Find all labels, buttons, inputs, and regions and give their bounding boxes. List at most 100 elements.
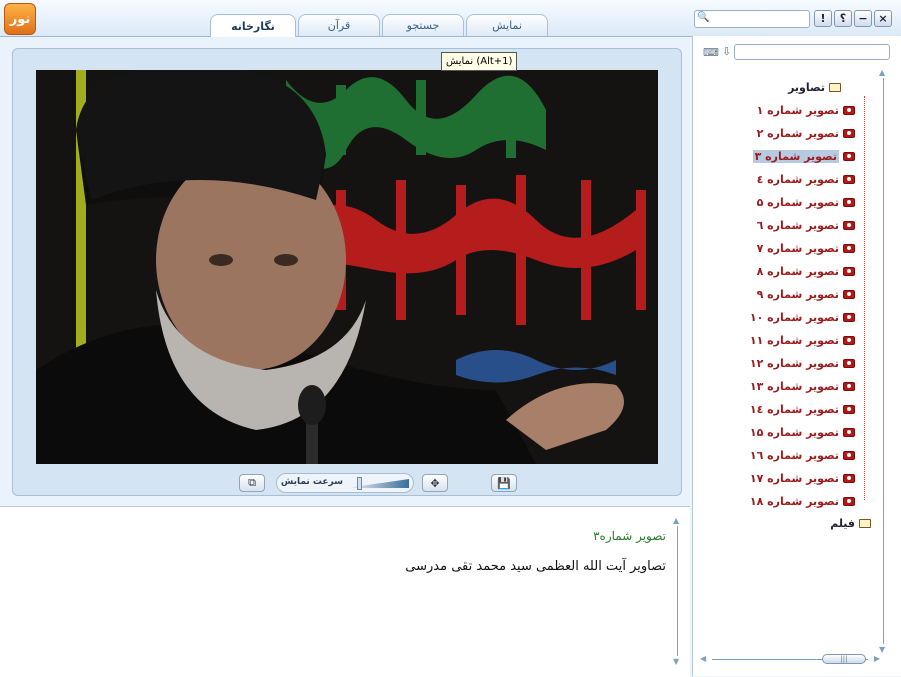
top-search-input[interactable] bbox=[711, 11, 805, 25]
tree-item-label: تصویر شماره ۱٤ bbox=[749, 402, 839, 416]
tree-item-label: تصویر شماره ۷ bbox=[756, 241, 839, 255]
tree-item-label: تصویر شماره ۲ bbox=[756, 126, 839, 140]
save-button[interactable]: 💾 bbox=[491, 474, 517, 492]
minimize-button[interactable]: − bbox=[854, 10, 872, 27]
photo-illustration bbox=[36, 70, 658, 464]
tree-item[interactable]: تصویر شماره ۳ bbox=[752, 147, 855, 165]
scroll-up-icon[interactable]: ▲ bbox=[673, 516, 679, 525]
camera-icon bbox=[843, 289, 855, 299]
tree-item-label: تصویر شماره ۱٦ bbox=[749, 448, 839, 462]
tree-item[interactable]: تصویر شماره ٦ bbox=[757, 216, 855, 234]
tree-item-label: تصویر شماره ۱۸ bbox=[749, 494, 839, 508]
speed-track bbox=[347, 479, 409, 488]
description-title: تصویر شماره۳ bbox=[593, 529, 666, 543]
tree-item[interactable]: تصویر شماره ۱۲ bbox=[750, 354, 855, 372]
copy-button[interactable]: ⧉ bbox=[239, 474, 265, 492]
tree-item-label: تصویر شماره ۸ bbox=[756, 264, 839, 278]
tab-quran[interactable]: قرآن bbox=[298, 14, 380, 36]
tree-folder-images[interactable]: تصاویر bbox=[788, 78, 841, 96]
tree-item[interactable]: تصویر شماره ۸ bbox=[757, 262, 855, 280]
description-body: تصاویر آیت الله العظمی سید محمد تقی مدرس… bbox=[405, 559, 666, 574]
scroll-right-icon[interactable]: ▶ bbox=[874, 654, 880, 663]
camera-icon bbox=[843, 358, 855, 368]
tree-folder-films[interactable]: فیلم bbox=[830, 514, 871, 532]
scroll-thumb[interactable]: ||| bbox=[822, 654, 866, 664]
keyboard-icon[interactable]: ⌨ bbox=[703, 46, 719, 59]
camera-icon bbox=[843, 381, 855, 391]
tree-item[interactable]: تصویر شماره ۲ bbox=[757, 124, 855, 142]
top-search-box[interactable]: 🔍 bbox=[694, 10, 810, 28]
save-icon: 💾 bbox=[497, 476, 511, 490]
tree-item[interactable]: تصویر شماره ۱٦ bbox=[750, 446, 855, 464]
tree-item[interactable]: تصویر شماره ۷ bbox=[757, 239, 855, 257]
tab-gallery[interactable]: نگارخانه bbox=[210, 14, 296, 37]
move-icon: ✥ bbox=[430, 476, 440, 490]
camera-icon bbox=[843, 128, 855, 138]
camera-icon bbox=[843, 404, 855, 414]
folder-icon bbox=[859, 518, 871, 528]
camera-icon bbox=[843, 174, 855, 184]
tree-item[interactable]: تصویر شماره ۱۸ bbox=[750, 492, 855, 510]
search-icon: 🔍 bbox=[697, 12, 710, 23]
tooltip: نمایش (Alt+1) bbox=[441, 52, 518, 71]
description-scrollbar[interactable]: ▲ ▼ bbox=[673, 516, 683, 666]
camera-icon bbox=[843, 312, 855, 322]
tree-item-label: تصویر شماره ٤ bbox=[756, 172, 839, 186]
tree-item[interactable]: تصویر شماره ۱۰ bbox=[750, 308, 855, 326]
tree-item-label: تصویر شماره ٦ bbox=[756, 218, 839, 232]
camera-icon bbox=[843, 151, 855, 161]
tree-item[interactable]: تصویر شماره ۱۱ bbox=[750, 331, 855, 349]
tree-item-label: تصویر شماره ۱۷ bbox=[749, 471, 839, 485]
speed-thumb[interactable] bbox=[357, 477, 363, 490]
help-button[interactable]: ؟ bbox=[834, 10, 852, 27]
scroll-up-icon[interactable]: ▲ bbox=[879, 68, 885, 77]
tree-item[interactable]: تصویر شماره ٤ bbox=[757, 170, 855, 188]
speed-slider[interactable]: سرعت نمایش bbox=[276, 473, 414, 493]
tree-item-label: تصویر شماره ۱ bbox=[756, 103, 839, 117]
description-pane: تصویر شماره۳ تصاویر آیت الله العظمی سید … bbox=[0, 506, 690, 677]
scroll-left-icon[interactable]: ◀ bbox=[700, 654, 706, 663]
camera-icon bbox=[843, 473, 855, 483]
tree-item-label: تصویر شماره ۱۲ bbox=[749, 356, 839, 370]
copy-icon: ⧉ bbox=[248, 476, 256, 489]
camera-icon bbox=[843, 450, 855, 460]
camera-icon bbox=[843, 335, 855, 345]
camera-icon bbox=[843, 220, 855, 230]
camera-icon bbox=[843, 105, 855, 115]
app-logo[interactable]: نور bbox=[4, 3, 36, 35]
tab-display[interactable]: نمایش bbox=[466, 14, 548, 36]
tree-item[interactable]: تصویر شماره ۱۷ bbox=[750, 469, 855, 487]
tree-item[interactable]: تصویر شماره ۱۵ bbox=[750, 423, 855, 441]
camera-icon bbox=[843, 266, 855, 276]
gallery-photo bbox=[36, 70, 658, 464]
speed-label: سرعت نمایش bbox=[280, 477, 343, 487]
tree-item[interactable]: تصویر شماره ۹ bbox=[757, 285, 855, 303]
camera-icon bbox=[843, 197, 855, 207]
tree-item-label: تصویر شماره ۱۳ bbox=[749, 379, 839, 393]
folder-open-icon bbox=[829, 82, 841, 92]
camera-icon bbox=[843, 496, 855, 506]
sidebar-search-input[interactable] bbox=[734, 44, 890, 60]
tree-item-label: تصویر شماره ۳ bbox=[752, 149, 839, 163]
info-button[interactable]: ! bbox=[814, 10, 832, 27]
camera-icon bbox=[843, 427, 855, 437]
sidebar-scrollbar[interactable]: ▲ ▼ bbox=[879, 68, 889, 654]
close-button[interactable]: × bbox=[874, 10, 892, 27]
tree-item-label: تصویر شماره ۱۰ bbox=[749, 310, 839, 324]
scroll-down-icon[interactable]: ▼ bbox=[673, 657, 679, 666]
tree-item[interactable]: تصویر شماره ۱۳ bbox=[750, 377, 855, 395]
tree-connector bbox=[864, 96, 865, 500]
tree-item-label: تصویر شماره ۵ bbox=[756, 195, 839, 209]
logo-text: نور bbox=[9, 11, 31, 27]
sidebar-hscrollbar[interactable]: ◀ ||| ▶ bbox=[700, 653, 880, 665]
tree-item[interactable]: تصویر شماره ۱ bbox=[757, 101, 855, 119]
tab-search[interactable]: جستجو bbox=[382, 14, 464, 36]
tree-item[interactable]: تصویر شماره ۱٤ bbox=[750, 400, 855, 418]
tree-item[interactable]: تصویر شماره ۵ bbox=[757, 193, 855, 211]
camera-icon bbox=[843, 243, 855, 253]
fullscreen-button[interactable]: ✥ bbox=[422, 474, 448, 492]
arrow-down-icon[interactable]: ⇩ bbox=[722, 45, 731, 58]
tree-item-label: تصویر شماره ۹ bbox=[756, 287, 839, 301]
tree-item-label: تصویر شماره ۱۵ bbox=[749, 425, 839, 439]
tree-item-label: تصویر شماره ۱۱ bbox=[749, 333, 839, 347]
